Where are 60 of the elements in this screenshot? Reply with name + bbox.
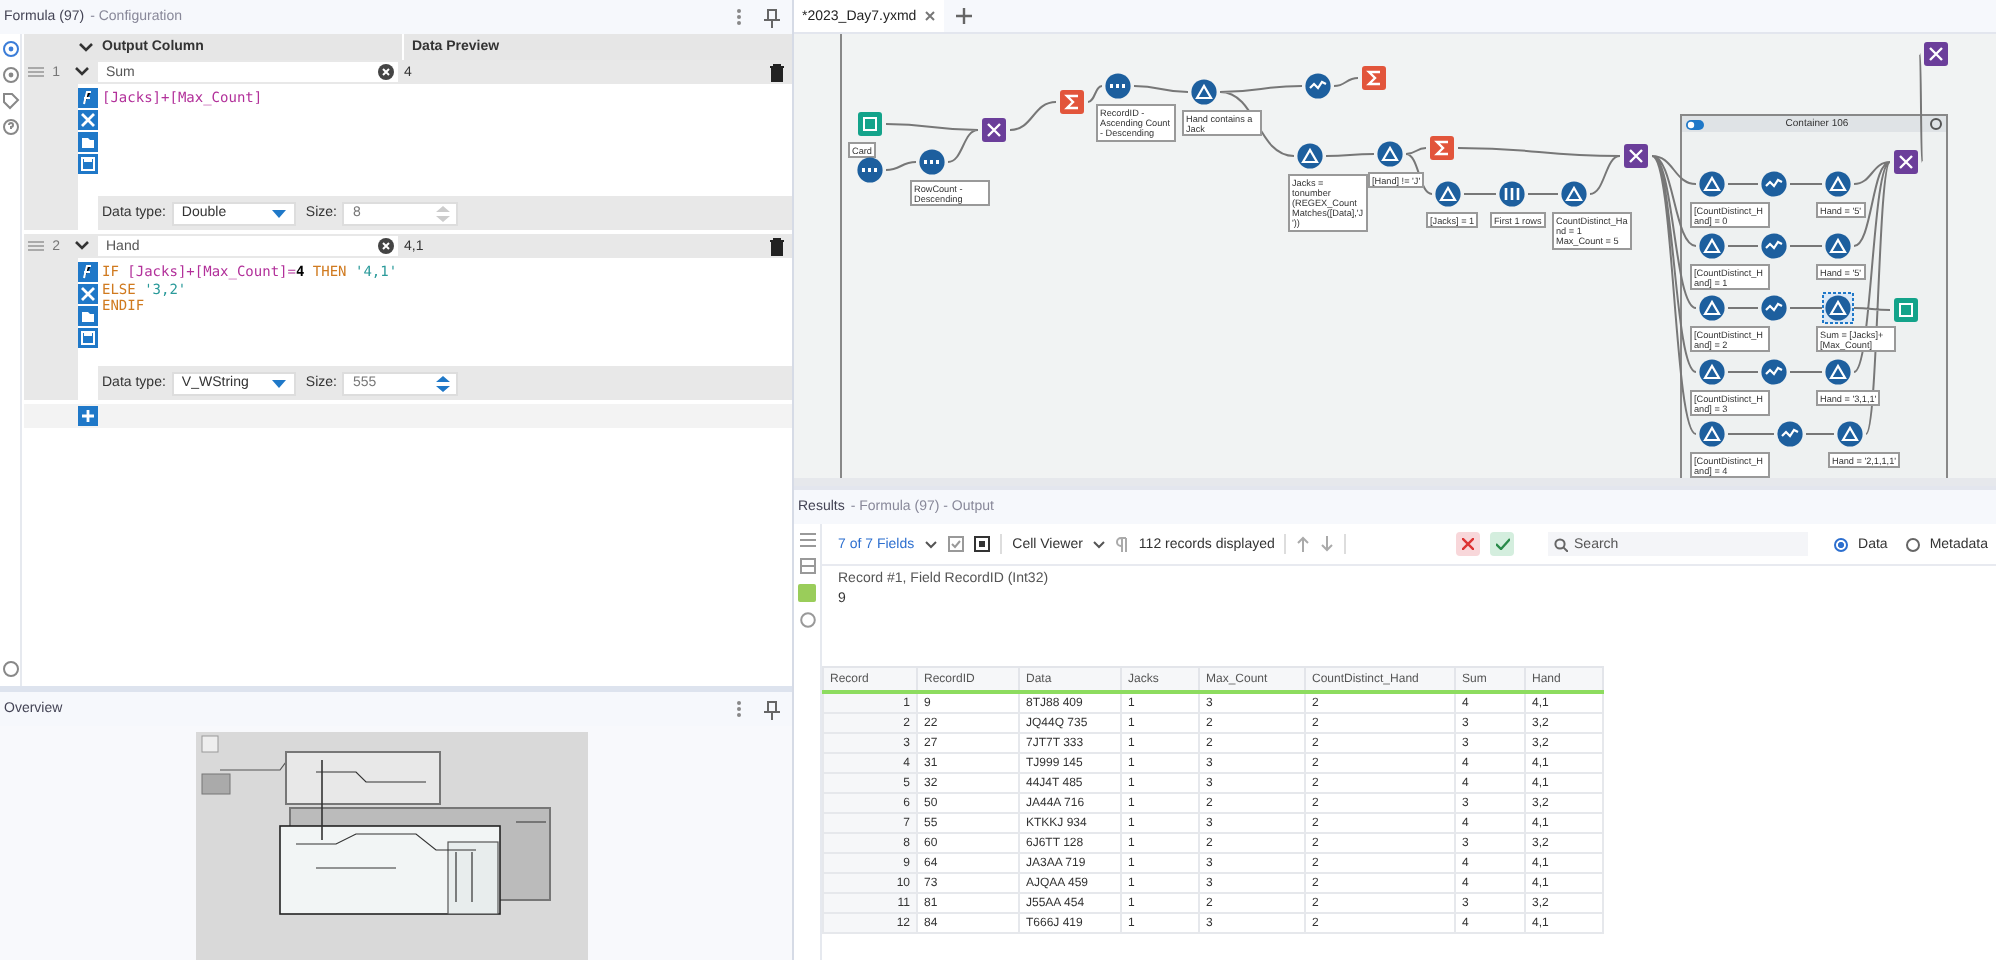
sigma-tool-icon[interactable] (1056, 86, 1088, 118)
filter-tool-icon[interactable] (1696, 168, 1728, 200)
save-icon[interactable] (78, 328, 98, 348)
drag-handle-icon[interactable] (28, 240, 44, 252)
pin-icon[interactable] (764, 699, 780, 719)
sigma-tool-icon[interactable] (1426, 132, 1458, 164)
filter-tool-icon[interactable] (1696, 292, 1728, 324)
clear-icon[interactable] (378, 64, 394, 80)
chevron-icon[interactable] (924, 539, 939, 549)
trash-icon[interactable] (770, 237, 784, 255)
filter-tool-icon[interactable] (1696, 418, 1728, 450)
pin-icon[interactable] (764, 7, 780, 27)
wave-tool-icon[interactable] (1758, 168, 1790, 200)
close-icon (1462, 538, 1475, 550)
variable-icon[interactable] (78, 284, 98, 304)
checkbox-icon[interactable] (974, 536, 991, 552)
function-icon[interactable] (78, 262, 98, 282)
more-icon[interactable] (736, 700, 742, 718)
trash-icon[interactable] (770, 63, 784, 81)
wave-tool-icon[interactable] (1758, 356, 1790, 388)
close-icon[interactable] (924, 10, 937, 22)
spinner-icon[interactable] (434, 371, 453, 395)
accept-button[interactable] (1490, 532, 1515, 556)
folder-icon[interactable] (78, 306, 98, 326)
caret-icon (271, 379, 286, 387)
add-icon[interactable] (78, 406, 98, 426)
folder-icon[interactable] (78, 132, 98, 152)
reject-button[interactable] (1456, 532, 1481, 556)
radio-button[interactable] (1834, 537, 1849, 551)
radio-button[interactable] (1905, 537, 1920, 551)
add-tab-icon[interactable] (956, 8, 973, 24)
checkbox-icon[interactable] (948, 536, 965, 552)
collapse-icon[interactable] (1929, 118, 1942, 130)
table-icon[interactable] (799, 558, 815, 574)
function-icon[interactable] (78, 88, 98, 108)
wave-tool-icon[interactable] (1302, 70, 1334, 102)
tag-icon[interactable] (1, 92, 19, 110)
join-tool-icon[interactable] (1920, 38, 1952, 70)
wave-tool-icon[interactable] (1774, 418, 1806, 450)
caret-icon (271, 209, 286, 217)
drag-handle-icon[interactable] (28, 66, 44, 78)
filter-tool-icon[interactable] (1188, 76, 1220, 108)
variable-icon[interactable] (78, 110, 98, 130)
more-icon[interactable] (736, 8, 742, 26)
sigma-tool-icon[interactable] (1358, 62, 1390, 94)
chevron-icon[interactable] (1092, 539, 1107, 549)
check-icon (1495, 538, 1510, 550)
clear-icon[interactable] (378, 238, 394, 254)
chevron-icon[interactable] (74, 240, 90, 252)
filter-tool-icon[interactable] (1374, 138, 1406, 170)
filter-tool-icon[interactable] (1696, 230, 1728, 262)
wave-tool-icon[interactable] (1758, 292, 1790, 324)
filter-tool-icon[interactable] (1432, 178, 1464, 210)
save-icon[interactable] (78, 154, 98, 174)
filter-tool-icon[interactable] (1696, 356, 1728, 388)
toggle-icon[interactable] (1686, 119, 1704, 129)
list-icon[interactable] (799, 532, 815, 548)
wave-tool-icon[interactable] (1758, 230, 1790, 262)
join-tool-icon[interactable] (978, 114, 1010, 146)
workflow-overview-drawing[interactable] (195, 732, 587, 960)
